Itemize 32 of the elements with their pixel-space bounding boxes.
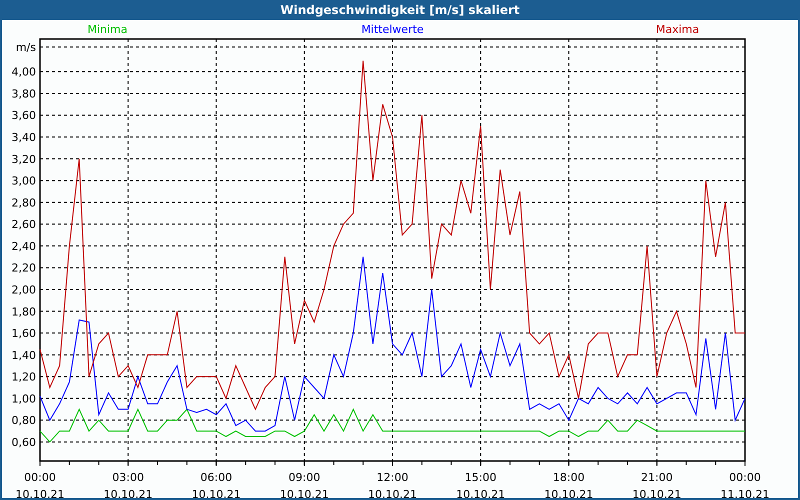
y-tick-label: 3,00 [12,174,36,188]
y-tick-label: 4,00 [12,66,36,79]
y-tick-label: 2,20 [12,262,36,275]
x-tick-label: 12:00 10.10.21 [367,470,418,498]
x-tick-label: 00:00 11.10.21 [720,470,770,498]
window-title: Windgeschwindigkeit [m/s] skaliert [280,4,520,16]
y-tick-label: 0,80 [12,414,36,428]
y-axis-label: m/s [16,41,36,54]
y-tick-label: 2,00 [12,283,36,296]
x-tick-label: 21:00 10.10.21 [631,470,682,498]
x-tick-label: 18:00 10.10.21 [543,470,594,498]
legend-label: Minima [87,23,128,36]
x-tick-label: 06:00 10.10.21 [190,470,242,498]
x-tick-label: 03:00 10.10.21 [102,470,154,498]
x-tick-label: 09:00 10.10.21 [278,470,330,498]
y-tick-label: 2,40 [12,240,36,253]
y-tick-label: 1,40 [12,348,36,362]
y-tick-label: 2,80 [12,196,36,210]
y-tick-label: 0,60 [12,436,36,449]
y-tick-label: 1,60 [12,327,36,340]
y-tick-label: 1,80 [12,305,36,318]
y-tick-label: 2,60 [12,218,36,232]
x-tick-label: 00:00 10.10.21 [14,470,66,498]
legend-label: Maxima [656,23,700,36]
y-tick-label: 3,20 [12,152,36,166]
x-tick-label: 15:00 10.10.21 [455,470,506,498]
y-tick-label: 3,80 [12,87,36,100]
y-tick-label: 3,40 [12,131,36,144]
y-tick-label: 1,20 [12,370,36,384]
y-tick-label: 1,00 [12,392,36,406]
y-tick-label: 3,60 [12,109,36,122]
legend-label: Mittelwerte [361,23,424,36]
